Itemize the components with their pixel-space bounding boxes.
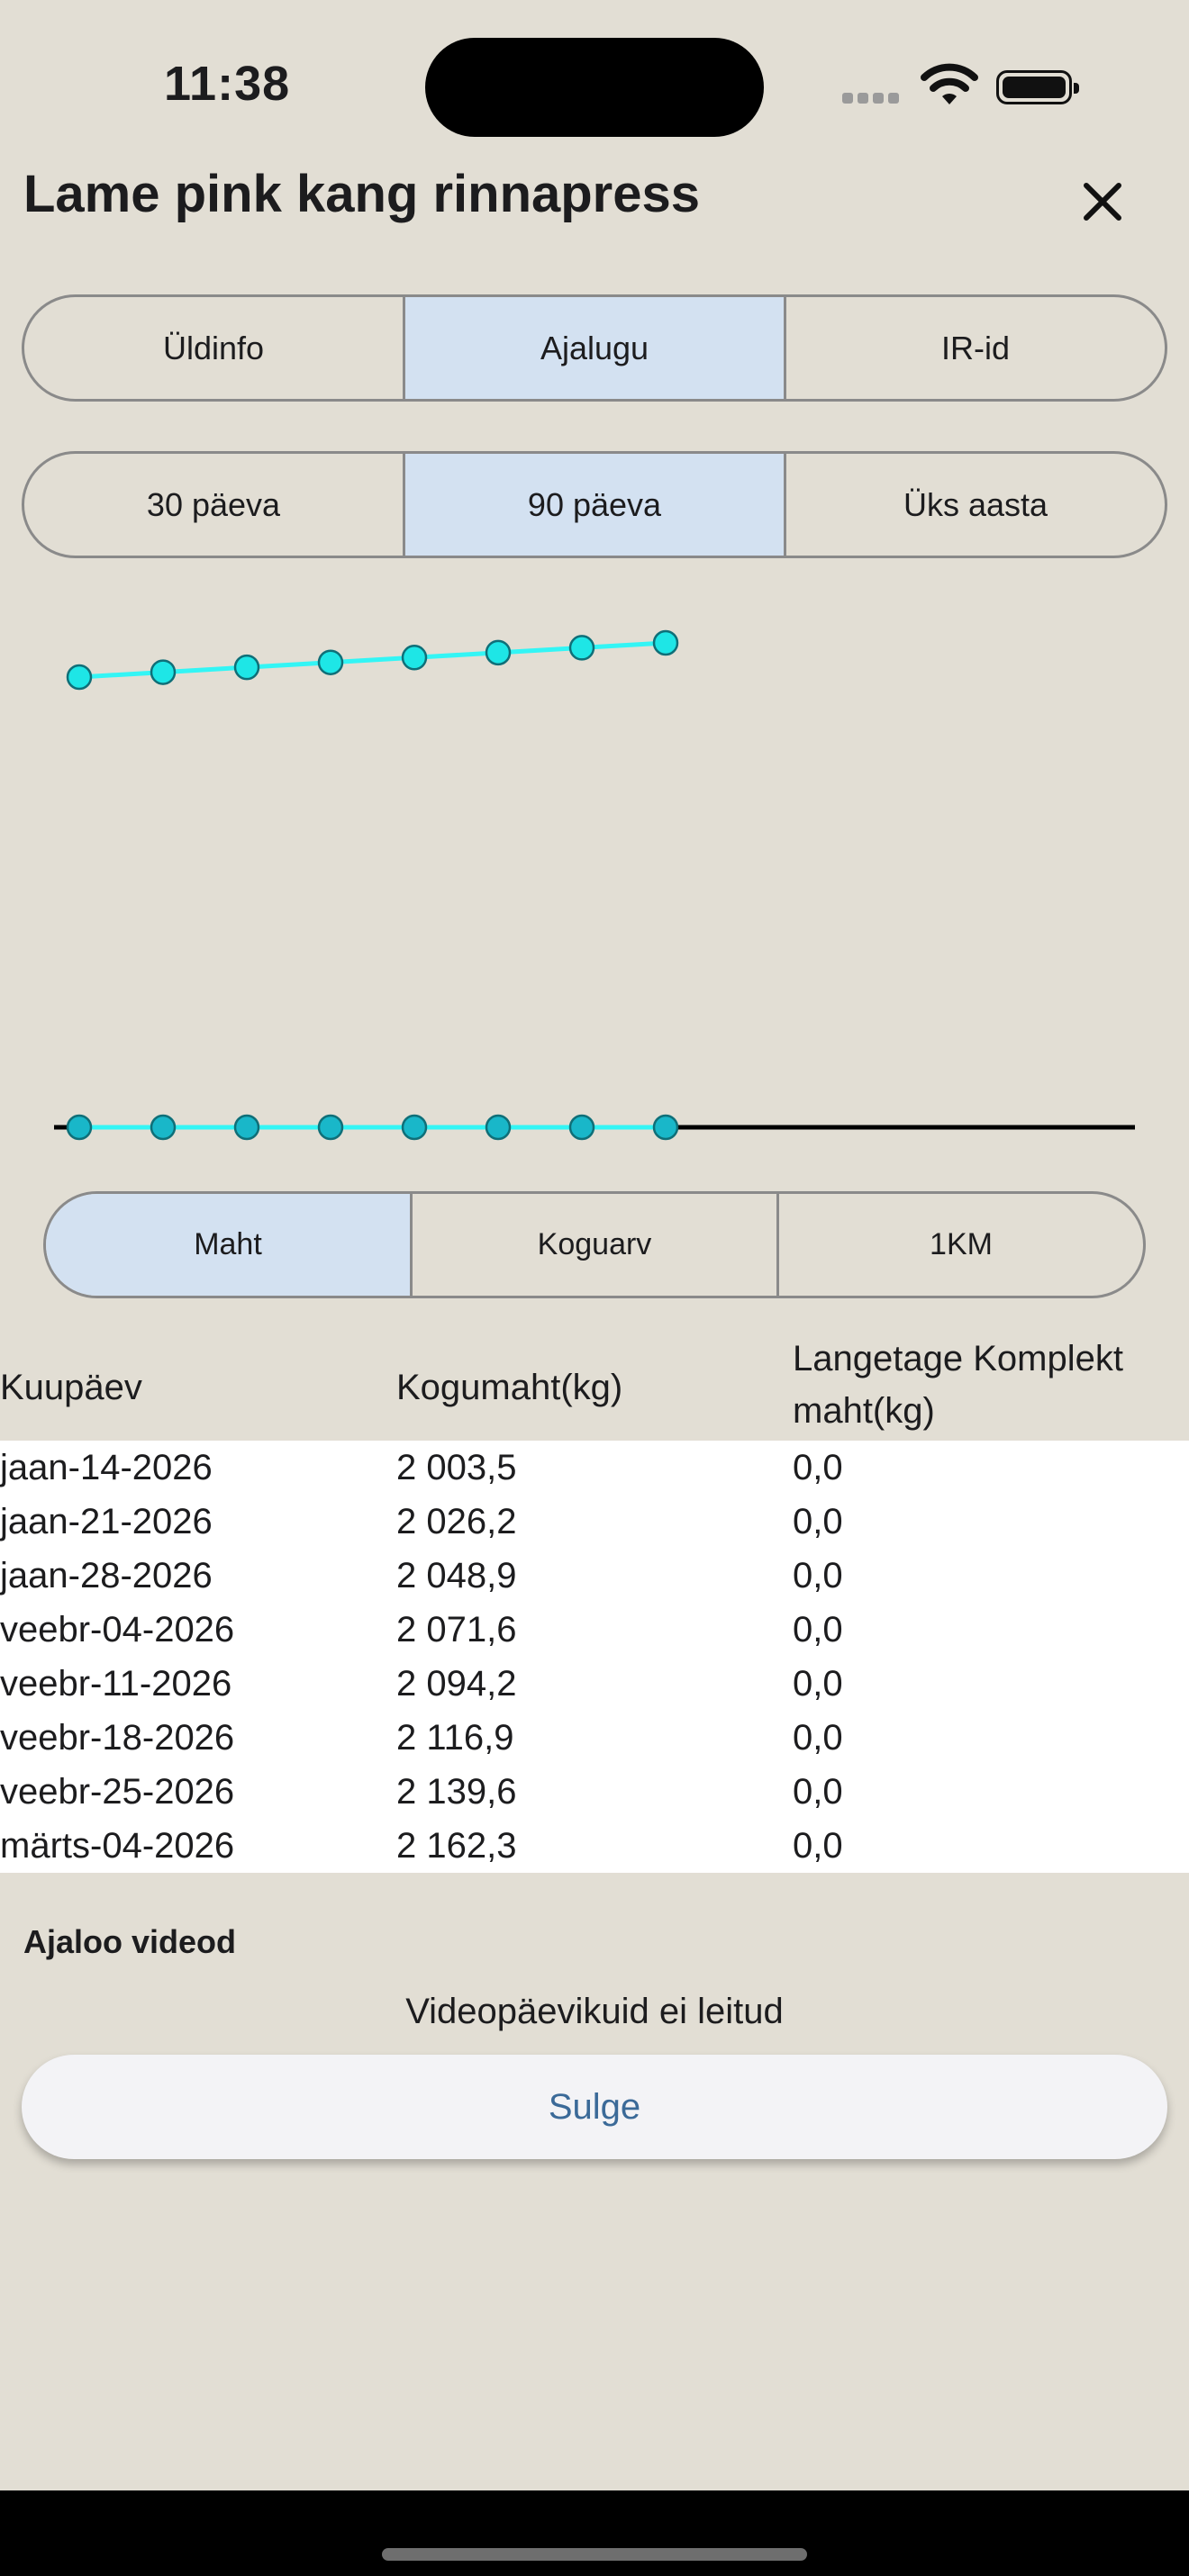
no-videos-message: Videopäevikuid ei leitud [405,1992,784,2031]
drop-set-volume-point-2[interactable] [150,1114,177,1141]
status-time: 11:38 [164,57,291,111]
tab-general[interactable]: Üldinfo [24,297,405,399]
home-indicator[interactable] [382,2548,807,2561]
history-table: jaan-14-2026 2 003,5 0,0 jaan-21-2026 2 … [0,1441,1189,1873]
videos-section-title: Ajaloo videod [23,1923,237,1960]
cell-total-volume: 2 162,3 [396,1826,517,1866]
metric-count[interactable]: Koguarv [413,1194,779,1296]
drop-set-volume-point-7[interactable] [568,1114,595,1141]
cell-drop-set-volume: 0,0 [793,1826,843,1866]
page-title: Lame pink kang rinnapress [23,165,701,223]
range-segmented-control: 30 päeva 90 päeva Üks aasta [22,451,1167,558]
tabs-segmented-control: Üldinfo Ajalugu IR-id [22,294,1167,402]
volume-point-8[interactable] [652,629,679,656]
table-row: jaan-21-2026 2 026,2 0,0 [0,1495,1189,1549]
cell-date: jaan-14-2026 [0,1448,213,1487]
drop-set-volume-point-8[interactable] [652,1114,679,1141]
column-total-volume: Kogumaht(kg) [396,1368,623,1407]
cell-drop-set-volume: 0,0 [793,1664,843,1704]
volume-point-6[interactable] [485,639,512,666]
range-30-days[interactable]: 30 päeva [24,454,405,556]
table-row: jaan-28-2026 2 048,9 0,0 [0,1549,1189,1603]
drop-set-volume-point-1[interactable] [66,1114,93,1141]
volume-point-1[interactable] [66,664,93,691]
cell-total-volume: 2 026,2 [396,1502,517,1541]
volume-point-3[interactable] [233,654,260,681]
metric-volume[interactable]: Maht [46,1194,413,1296]
cell-total-volume: 2 003,5 [396,1448,517,1487]
volume-point-2[interactable] [150,659,177,685]
cell-total-volume: 2 048,9 [396,1556,517,1595]
dynamic-island [425,38,764,137]
table-row: veebr-25-2026 2 139,6 0,0 [0,1765,1189,1819]
table-row: veebr-11-2026 2 094,2 0,0 [0,1657,1189,1711]
column-date: Kuupäev [0,1368,142,1407]
drop-set-volume-point-4[interactable] [317,1114,344,1141]
cell-date: veebr-04-2026 [0,1610,235,1650]
cell-date: veebr-18-2026 [0,1718,235,1758]
range-one-year[interactable]: Üks aasta [786,454,1165,556]
battery-icon [996,70,1079,104]
table-header: Kuupäev Kogumaht(kg) Langetage Komplekt … [0,1333,1189,1441]
close-icon[interactable] [1072,171,1133,232]
tab-records[interactable]: IR-id [786,297,1165,399]
series-drop-set-volume [66,1114,679,1141]
metric-segmented-control: Maht Koguarv 1KM [43,1191,1146,1298]
cell-drop-set-volume: 0,0 [793,1772,843,1812]
bottom-bar [0,2490,1189,2576]
volume-point-4[interactable] [317,649,344,675]
drop-set-volume-point-5[interactable] [401,1114,428,1141]
volume-chart [54,629,1135,1141]
cellular-signal-icon [842,92,903,108]
series-volume [66,629,679,691]
cell-total-volume: 2 139,6 [396,1772,517,1812]
status-bar: 11:38 [0,0,1189,171]
cell-drop-set-volume: 0,0 [793,1502,843,1541]
range-90-days[interactable]: 90 päeva [405,454,786,556]
cell-date: veebr-11-2026 [0,1664,232,1704]
table-row: veebr-18-2026 2 116,9 0,0 [0,1711,1189,1765]
tab-history[interactable]: Ajalugu [405,297,786,399]
cell-total-volume: 2 071,6 [396,1610,517,1650]
drop-set-volume-point-3[interactable] [233,1114,260,1141]
cell-date: jaan-28-2026 [0,1556,213,1595]
cell-drop-set-volume: 0,0 [793,1718,843,1758]
volume-point-5[interactable] [401,645,428,671]
table-row: märts-04-2026 2 162,3 0,0 [0,1819,1189,1873]
drop-set-volume-point-6[interactable] [485,1114,512,1141]
table-row: veebr-04-2026 2 071,6 0,0 [0,1603,1189,1657]
wifi-icon [921,63,978,104]
cell-date: märts-04-2026 [0,1826,235,1866]
table-row: jaan-14-2026 2 003,5 0,0 [0,1441,1189,1495]
volume-point-7[interactable] [568,635,595,661]
column-drop-set-volume: Langetage Komplekt maht(kg) [793,1339,1123,1431]
close-button[interactable]: Sulge [22,2055,1167,2159]
cell-drop-set-volume: 0,0 [793,1556,843,1595]
cell-total-volume: 2 116,9 [396,1718,514,1758]
cell-drop-set-volume: 0,0 [793,1610,843,1650]
cell-date: veebr-25-2026 [0,1772,235,1812]
metric-1rm[interactable]: 1KM [779,1194,1143,1296]
cell-drop-set-volume: 0,0 [793,1448,843,1487]
cell-total-volume: 2 094,2 [396,1664,517,1704]
cell-date: jaan-21-2026 [0,1502,213,1541]
